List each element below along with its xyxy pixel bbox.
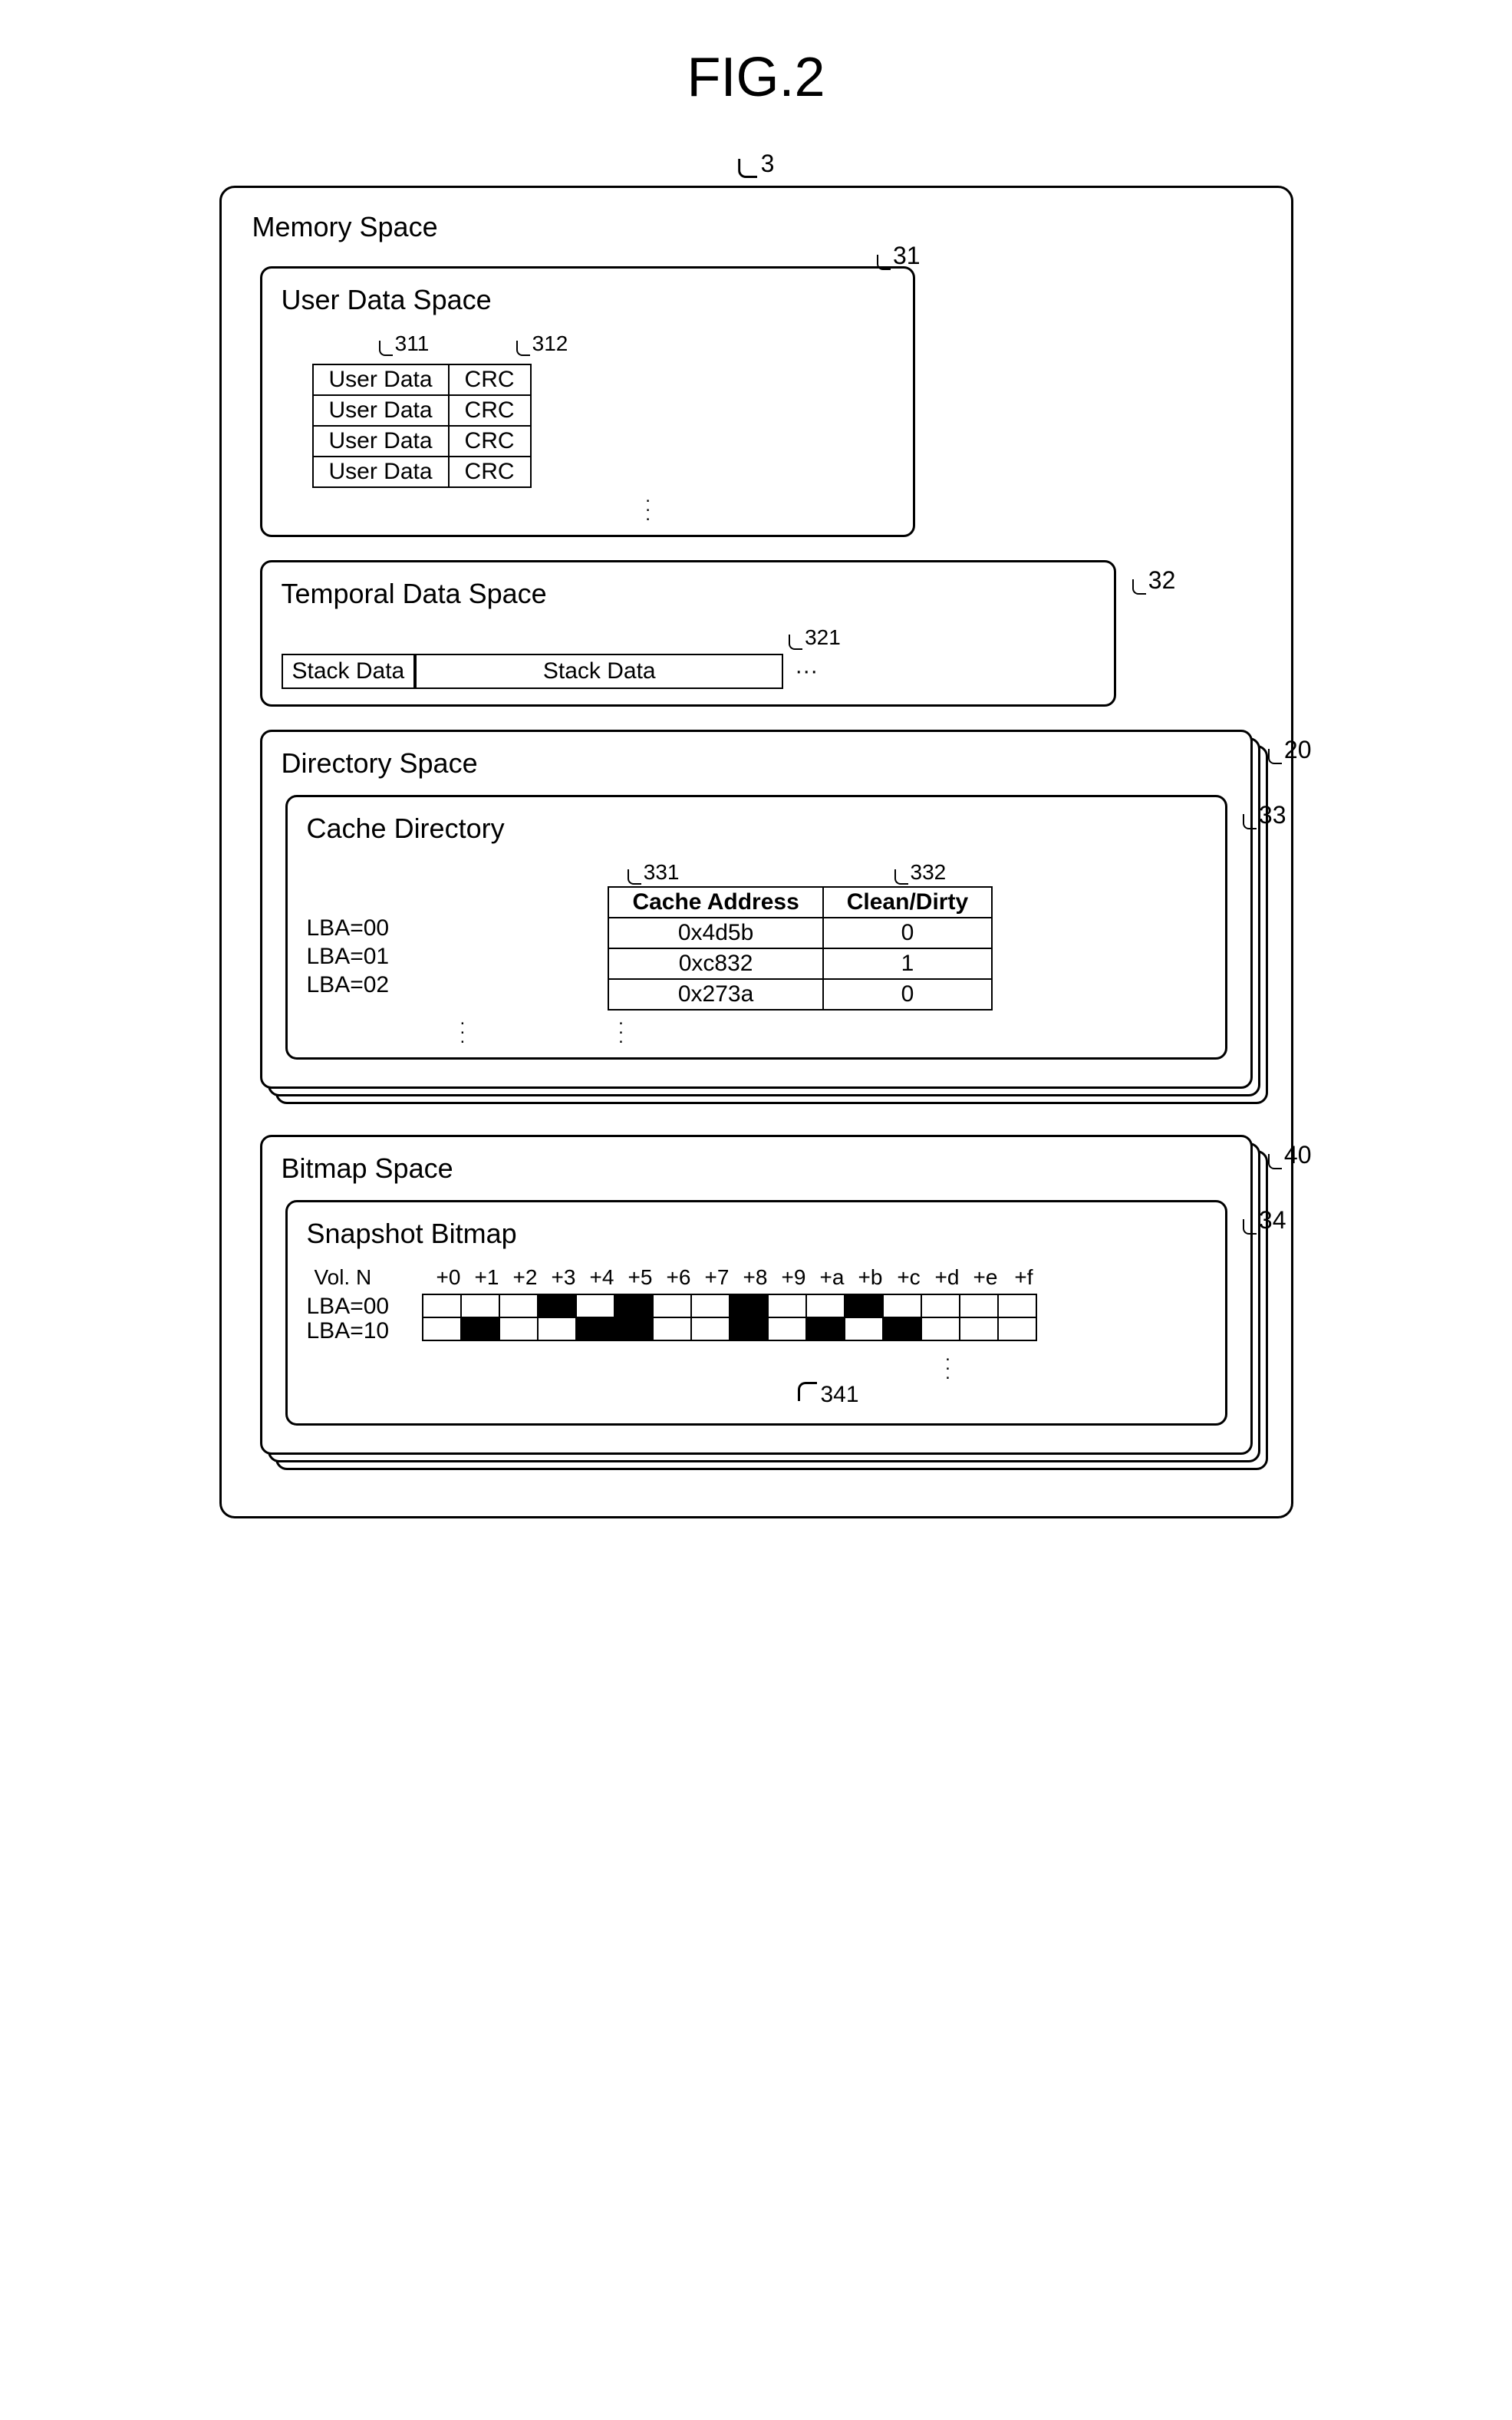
vdots-icon: ... xyxy=(404,488,894,519)
bitmap-cell xyxy=(691,1317,730,1340)
bitmap-cell xyxy=(499,1294,538,1317)
lba-column: LBA=00 LBA=01 LBA=02 xyxy=(307,886,396,1001)
bitmap-cell xyxy=(845,1294,883,1317)
bitmap-cell xyxy=(614,1317,653,1340)
stack-data-cell: Stack Data xyxy=(415,654,783,689)
memory-space-box: 3 Memory Space 31 User Data Space 311 31… xyxy=(219,186,1293,1518)
bitmap-cell xyxy=(921,1317,960,1340)
bitmap-cell xyxy=(960,1317,998,1340)
snapshot-bitmap-ref: 34 xyxy=(1243,1206,1286,1235)
table-row: 0xc8321 xyxy=(608,948,992,979)
bitmap-cell xyxy=(921,1294,960,1317)
hdots-icon: ··· xyxy=(795,658,818,684)
memory-space-title: Memory Space xyxy=(252,211,1260,243)
temporal-data-space-box: 32 Temporal Data Space 321 Stack Data St… xyxy=(260,560,1117,707)
cache-directory-ref: 33 xyxy=(1243,801,1286,829)
cache-directory-table: Cache AddressClean/Dirty 0x4d5b0 0xc8321… xyxy=(608,886,993,1011)
bitmap-offset-label: +3 xyxy=(545,1265,583,1290)
table-row xyxy=(423,1317,1036,1340)
table-row: User DataCRC xyxy=(313,457,531,487)
table-row: 0x4d5b0 xyxy=(608,918,992,948)
user-data-space-box: 31 User Data Space 311 312 User DataCRC … xyxy=(260,266,915,537)
bitmap-cell xyxy=(576,1294,614,1317)
user-data-space-title: User Data Space xyxy=(282,284,894,316)
bitmap-cell xyxy=(461,1317,499,1340)
bitmap-cell xyxy=(538,1317,576,1340)
stack-data-ref: 321 xyxy=(535,625,1095,650)
bitmap-cell xyxy=(845,1317,883,1340)
snapshot-bitmap-box: 34 Snapshot Bitmap Vol. N +0+1+2+3+4+5+6… xyxy=(285,1200,1227,1426)
directory-space-box: 20 Directory Space 33 Cache Directory 33… xyxy=(260,730,1253,1089)
cache-directory-box: 33 Cache Directory 331 332 LBA=00 LBA=01… xyxy=(285,795,1227,1060)
cache-col-refs: 331 332 xyxy=(368,860,1206,885)
bitmap-cell xyxy=(768,1317,806,1340)
bitmap-cell xyxy=(883,1317,921,1340)
table-row: User DataCRC xyxy=(313,426,531,457)
bitmap-cell xyxy=(730,1294,768,1317)
bitmap-space-ref: 40 xyxy=(1268,1141,1312,1169)
bitmap-lba-column: LBA=00 LBA=10 xyxy=(307,1294,422,1343)
bitmap-cell xyxy=(883,1294,921,1317)
bitmap-cell xyxy=(653,1317,691,1340)
stack-data-cell: Stack Data xyxy=(282,654,416,689)
bitmap-offset-label: +b xyxy=(852,1265,890,1290)
bitmap-cell xyxy=(960,1294,998,1317)
bitmap-cell xyxy=(576,1317,614,1340)
bitmap-offset-label: +a xyxy=(813,1265,852,1290)
bitmap-offset-label: +d xyxy=(928,1265,967,1290)
bitmap-offset-label: +6 xyxy=(660,1265,698,1290)
bitmap-offset-label: +2 xyxy=(506,1265,545,1290)
temporal-data-space-ref: 32 xyxy=(1132,566,1176,595)
bitmap-cell xyxy=(806,1317,845,1340)
bitmap-offset-label: +f xyxy=(1005,1265,1043,1290)
bitmap-cell xyxy=(499,1317,538,1340)
cache-directory-title: Cache Directory xyxy=(307,813,1206,845)
bitmap-offset-label: +4 xyxy=(583,1265,621,1290)
directory-space-title: Directory Space xyxy=(282,747,1231,780)
vdots-icon: ... xyxy=(690,1343,1206,1378)
bitmap-cell xyxy=(806,1294,845,1317)
bitmap-space-box: 40 Bitmap Space 34 Snapshot Bitmap Vol. … xyxy=(260,1135,1253,1455)
bitmap-offset-label: +c xyxy=(890,1265,928,1290)
memory-space-ref: 3 xyxy=(738,150,775,178)
temporal-data-space-title: Temporal Data Space xyxy=(282,578,1095,610)
bitmap-space-group: 40 Bitmap Space 34 Snapshot Bitmap Vol. … xyxy=(260,1135,1253,1455)
bitmap-offset-label: +0 xyxy=(430,1265,468,1290)
bitmap-offset-label: +8 xyxy=(736,1265,775,1290)
table-row: 0x273a0 xyxy=(608,979,992,1010)
bitmap-offset-label: +9 xyxy=(775,1265,813,1290)
bitmap-cell xyxy=(614,1294,653,1317)
bitmap-cell xyxy=(653,1294,691,1317)
bitmap-cell xyxy=(423,1317,461,1340)
bitmap-cell xyxy=(998,1317,1036,1340)
bitmap-offset-label: +e xyxy=(967,1265,1005,1290)
bitmap-cell xyxy=(691,1294,730,1317)
bitmap-offset-header: Vol. N +0+1+2+3+4+5+6+7+8+9+a+b+c+d+e+f xyxy=(315,1265,1206,1290)
table-row xyxy=(423,1294,1036,1317)
table-row: User DataCRC xyxy=(313,364,531,395)
bitmap-cell xyxy=(461,1294,499,1317)
directory-space-ref: 20 xyxy=(1268,736,1312,764)
stack-data-row: Stack Data Stack Data ··· xyxy=(282,654,1095,689)
bitmap-cell xyxy=(768,1294,806,1317)
bitmap-offset-label: +7 xyxy=(698,1265,736,1290)
user-data-col-refs: 311 312 xyxy=(312,331,894,356)
user-data-space-ref: 31 xyxy=(877,242,921,270)
bitmap-space-title: Bitmap Space xyxy=(282,1152,1231,1185)
bitmap-cell xyxy=(423,1294,461,1317)
snapshot-bitmap-grid xyxy=(422,1294,1037,1341)
bitmap-cell xyxy=(730,1317,768,1340)
bitmap-offset-label: +5 xyxy=(621,1265,660,1290)
bitmap-offset-label: +1 xyxy=(468,1265,506,1290)
snapshot-bitmap-title: Snapshot Bitmap xyxy=(307,1218,1206,1250)
vdots-icon: ... ... xyxy=(460,1011,1206,1042)
user-data-table: User DataCRC User DataCRC User DataCRC U… xyxy=(312,364,532,488)
table-row: User DataCRC xyxy=(313,395,531,426)
bitmap-cell xyxy=(538,1294,576,1317)
figure-title: FIG.2 xyxy=(219,46,1293,109)
directory-space-group: 20 Directory Space 33 Cache Directory 33… xyxy=(260,730,1253,1089)
bitmap-cell-ref: 341 xyxy=(798,1382,1206,1408)
bitmap-cell xyxy=(998,1294,1036,1317)
